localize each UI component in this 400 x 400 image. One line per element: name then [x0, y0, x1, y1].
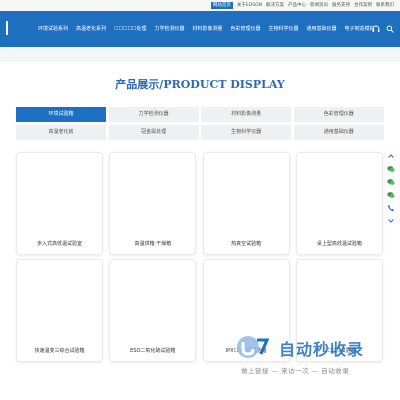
nav-item-general[interactable]: 通用基础仪器: [307, 11, 337, 47]
watermark-text: 自动秒收录: [279, 340, 365, 359]
top-link-products[interactable]: 产品中心: [288, 2, 306, 9]
arrow-down-icon[interactable]: [387, 217, 395, 225]
floating-sidebar: [386, 152, 396, 225]
product-name[interactable]: 桌上型高低温试验箱: [297, 240, 382, 247]
top-link-support[interactable]: 服务支持: [332, 2, 350, 9]
product-image[interactable]: [301, 264, 378, 341]
product-name[interactable]: 快速温变三综合试验箱: [17, 347, 102, 354]
watermark-logo: [235, 334, 275, 360]
top-link-home[interactable]: 网站首页: [210, 2, 233, 9]
product-card[interactable]: 桌上型高低温试验箱: [295, 152, 383, 255]
top-link-contact[interactable]: 联系我们: [376, 2, 394, 9]
nav-item-mechanics[interactable]: 力学检测仪器: [154, 11, 184, 47]
nav-items: 环境试验系列 高温老化系列 ☐☐☐☐☐处理 力学检测仪器 材料影像测量 色彩管理…: [38, 11, 383, 47]
section-title: 产品展示/PRODUCT DISPLAY: [115, 78, 285, 91]
nav-item-electronics[interactable]: 电子制造模拟: [345, 11, 375, 47]
category-tabs: 环境试验箱 力学检测仪器 材料影像测量 色彩管理仪器 高温老化房 冠金属处理 生…: [16, 107, 384, 140]
product-image[interactable]: [114, 264, 191, 341]
nav-item-aging[interactable]: 高温老化系列: [76, 11, 106, 47]
product-card[interactable]: ESO二氧化硫试验箱: [109, 259, 197, 362]
top-link-news[interactable]: 新闻资讯: [310, 2, 328, 9]
main-nav: 环境试验系列 高温老化系列 ☐☐☐☐☐处理 力学检测仪器 材料影像测量 色彩管理…: [0, 11, 400, 47]
top-link-solutions[interactable]: 解决方案: [266, 2, 284, 9]
nav-item-environment[interactable]: 环境试验系列: [38, 11, 68, 47]
nav-item-color[interactable]: 色彩管理仪器: [230, 11, 260, 47]
arrow-up-icon[interactable]: [387, 152, 395, 160]
category-tab[interactable]: 力学检测仪器: [108, 107, 199, 122]
nav-item-treatment[interactable]: ☐☐☐☐☐处理: [114, 11, 146, 47]
product-card[interactable]: 步入式高低温试验室: [16, 152, 103, 255]
category-tab[interactable]: 色彩管理仪器: [293, 107, 384, 122]
headset-icon[interactable]: [372, 25, 380, 33]
category-tab[interactable]: 生物科学仪器: [201, 125, 292, 140]
category-tab[interactable]: 冠金属处理: [108, 125, 199, 140]
category-tab[interactable]: 高温老化房: [16, 125, 106, 140]
search-icon[interactable]: [386, 25, 394, 33]
category-tab[interactable]: 材料影像测量: [201, 107, 292, 122]
product-grid: 步入式高低温试验室 高温烘箱·干燥箱 热真空试验箱 桌上型高低温试验箱 快速温变…: [16, 152, 384, 362]
wechat-icon[interactable]: [387, 178, 395, 186]
product-card[interactable]: 高温烘箱·干燥箱: [109, 152, 197, 255]
top-link-about[interactable]: 关于EDSON: [237, 2, 262, 9]
watermark-subtext: 做上链接 — 来访一次 — 自动收录: [241, 367, 350, 375]
product-image[interactable]: [21, 264, 98, 341]
product-image[interactable]: [208, 264, 285, 341]
product-name[interactable]: 步入式高低温试验室: [17, 240, 102, 247]
product-name[interactable]: ESO二氧化硫试验箱: [110, 347, 195, 354]
product-name[interactable]: 热真空试验箱: [204, 240, 289, 247]
nav-item-imaging[interactable]: 材料影像测量: [192, 11, 222, 47]
product-image[interactable]: [208, 157, 285, 234]
logo[interactable]: [6, 21, 8, 35]
nav-item-biology[interactable]: 生物科学仪器: [269, 11, 299, 47]
product-card[interactable]: 快速温变三综合试验箱: [16, 259, 103, 362]
product-card[interactable]: 热真空试验箱: [202, 152, 290, 255]
category-tab[interactable]: 环境试验箱: [16, 107, 106, 122]
category-tab[interactable]: 通用基础仪器: [293, 125, 384, 140]
product-image[interactable]: [114, 157, 191, 234]
phone-icon[interactable]: [387, 204, 395, 212]
product-image[interactable]: [21, 157, 98, 234]
top-bar: 网站首页 关于EDSON 解决方案 产品中心 新闻资讯 服务支持 合作案例 联系…: [0, 0, 400, 11]
top-link-cases[interactable]: 合作案例: [354, 2, 372, 9]
top-links: 网站首页 关于EDSON 解决方案 产品中心 新闻资讯 服务支持 合作案例 联系…: [210, 2, 394, 9]
watermark: 自动秒收录 做上链接 — 来访一次 — 自动收录: [235, 334, 395, 384]
wechat-icon[interactable]: [387, 191, 395, 199]
wechat-icon[interactable]: [387, 165, 395, 173]
product-image[interactable]: [301, 157, 378, 234]
product-name[interactable]: 高温烘箱·干燥箱: [110, 240, 195, 247]
